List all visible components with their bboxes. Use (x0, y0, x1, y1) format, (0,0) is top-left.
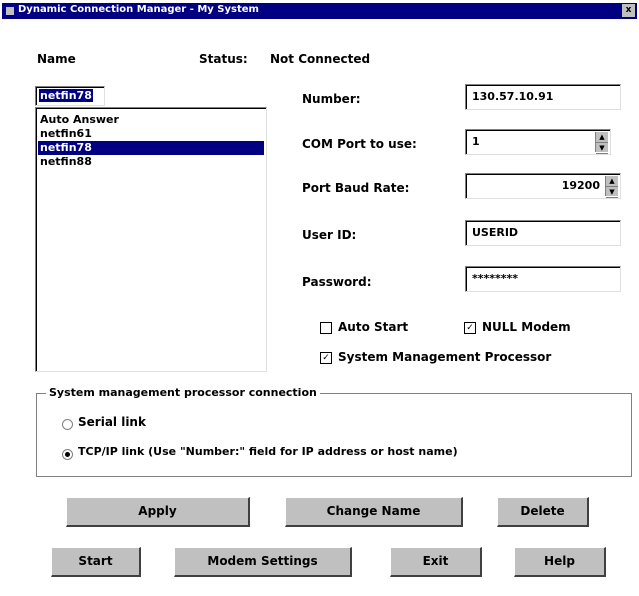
start-button[interactable]: Start (51, 547, 141, 577)
null-modem-checkbox[interactable]: ✓ (464, 322, 476, 334)
number-value: 130.57.10.91 (472, 90, 554, 103)
modem-settings-button[interactable]: Modem Settings (174, 547, 352, 577)
list-item-netfin61[interactable]: netfin61 (38, 127, 92, 141)
connection-name-text: netfin78 (39, 89, 93, 102)
tcpip-link-label[interactable]: TCP/IP link (Use "Number:" field for IP … (78, 445, 458, 458)
status-label: Status: (199, 52, 248, 66)
spin-up-icon[interactable]: ▲ (606, 176, 618, 187)
spin-down-icon[interactable]: ▼ (606, 187, 618, 198)
window-title: Dynamic Connection Manager - My System (18, 4, 259, 15)
password-value: ******** (472, 272, 519, 285)
auto-start-label[interactable]: Auto Start (338, 320, 408, 334)
baud-rate-spinner[interactable]: 19200 ▲ ▼ (465, 173, 621, 199)
exit-button[interactable]: Exit (390, 547, 482, 577)
baud-rate-spin-buttons[interactable]: ▲ ▼ (605, 176, 618, 198)
com-port-value: 1 (472, 135, 480, 148)
com-port-spin-buttons[interactable]: ▲ ▼ (595, 132, 608, 154)
com-port-spinner[interactable]: 1 ▲ ▼ (465, 129, 611, 155)
smp-group-title: System management processor connection (46, 386, 320, 399)
help-button[interactable]: Help (514, 547, 606, 577)
serial-link-label[interactable]: Serial link (78, 415, 146, 429)
delete-button[interactable]: Delete (497, 497, 589, 527)
close-button[interactable]: x (622, 4, 635, 17)
password-label: Password: (302, 275, 372, 289)
baud-rate-value: 19200 (561, 179, 600, 192)
apply-button[interactable]: Apply (66, 497, 250, 527)
baud-rate-label: Port Baud Rate: (302, 181, 410, 195)
user-id-value: USERID (472, 226, 519, 239)
smp-label[interactable]: System Management Processor (338, 350, 551, 364)
com-port-label: COM Port to use: (302, 137, 417, 151)
spin-down-icon[interactable]: ▼ (596, 143, 608, 154)
system-menu-icon[interactable] (6, 7, 14, 15)
null-modem-label[interactable]: NULL Modem (482, 320, 571, 334)
change-name-button[interactable]: Change Name (285, 497, 463, 527)
auto-start-checkbox[interactable] (320, 322, 332, 334)
connection-name-input[interactable]: netfin78 (35, 86, 105, 106)
serial-link-radio[interactable] (62, 419, 73, 430)
spin-up-icon[interactable]: ▲ (596, 132, 608, 143)
dynamic-connection-manager-window: Dynamic Connection Manager - My System x… (0, 0, 639, 596)
list-item-auto-answer[interactable]: Auto Answer (38, 113, 119, 127)
number-input[interactable]: 130.57.10.91 (465, 84, 621, 110)
list-item-netfin88[interactable]: netfin88 (38, 155, 92, 169)
smp-connection-group (36, 393, 632, 477)
user-id-input[interactable]: USERID (465, 220, 621, 246)
smp-checkbox[interactable]: ✓ (320, 352, 332, 364)
name-heading: Name (37, 52, 76, 66)
title-bar[interactable]: Dynamic Connection Manager - My System x (2, 3, 637, 19)
connection-list[interactable]: Auto Answer netfin61 netfin78 netfin88 (35, 107, 267, 372)
list-item-netfin78[interactable]: netfin78 (38, 141, 264, 155)
status-value: Not Connected (270, 52, 371, 66)
tcpip-link-radio[interactable] (62, 449, 73, 460)
number-label: Number: (302, 92, 361, 106)
user-id-label: User ID: (302, 228, 357, 242)
password-input[interactable]: ******** (465, 266, 621, 292)
